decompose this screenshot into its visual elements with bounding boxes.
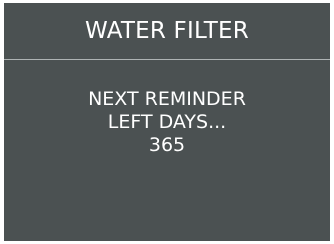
header-divider [4, 59, 330, 60]
reminder-info: NEXT REMINDER LEFT DAYS... 365 [4, 88, 330, 157]
screen-header: WATER FILTER [4, 3, 330, 59]
screen-title: WATER FILTER [85, 18, 249, 44]
water-filter-screen: WATER FILTER NEXT REMINDER LEFT DAYS... … [4, 3, 330, 241]
days-remaining-value: 365 [148, 134, 186, 156]
next-reminder-label: NEXT REMINDER [88, 88, 246, 110]
left-days-label: LEFT DAYS... [107, 111, 227, 133]
